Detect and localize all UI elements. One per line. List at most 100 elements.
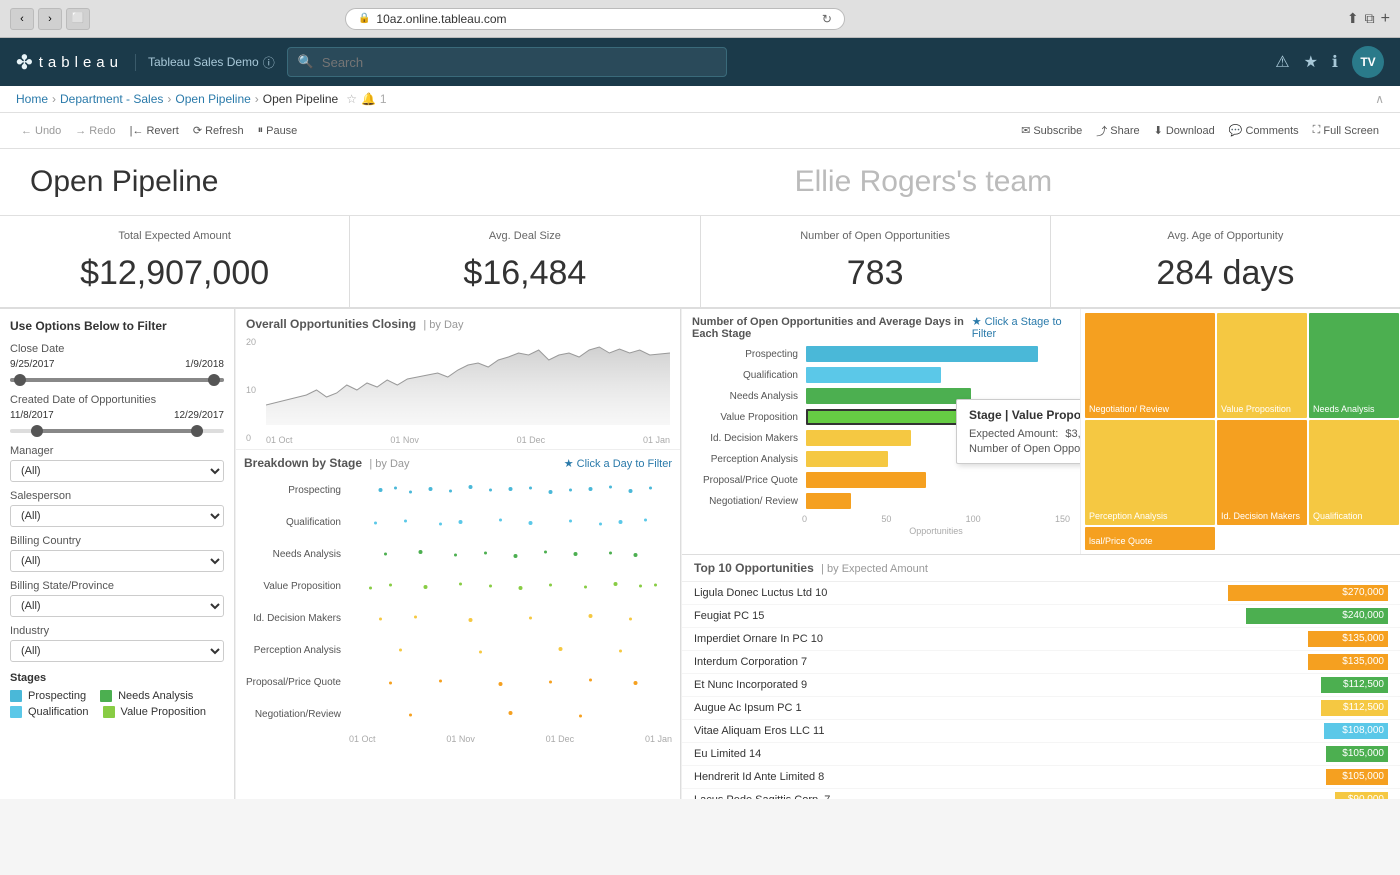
breakdown-label-needs: Needs Analysis xyxy=(244,549,349,560)
fullscreen-button[interactable]: ⛶ Full Screen xyxy=(1308,121,1384,140)
breadcrumb-dept[interactable]: Department - Sales xyxy=(60,92,163,106)
tabs-browser-btn[interactable]: ⧉ xyxy=(1365,10,1375,28)
browser-chrome: ‹ › ⬜ 🔒 10az.online.tableau.com ↻ ⬆ ⧉ + xyxy=(0,0,1400,38)
top10-subtitle: | by Expected Amount xyxy=(821,563,928,575)
top10-row-6[interactable]: Augue Ac Ipsum PC 1 $112,500 xyxy=(682,697,1400,720)
breakdown-sparkline-proposal xyxy=(349,672,672,692)
breakdown-label-idm: Id. Decision Makers xyxy=(244,613,349,624)
top10-bar-5: $112,500 xyxy=(1321,677,1388,693)
created-date-thumb-right[interactable] xyxy=(191,425,203,437)
top10-row-4[interactable]: Interdum Corporation 7 $135,000 xyxy=(682,651,1400,674)
top10-row-5[interactable]: Et Nunc Incorporated 9 $112,500 xyxy=(682,674,1400,697)
top10-row-8[interactable]: Eu Limited 14 $105,000 xyxy=(682,743,1400,766)
treemap-cell-qualification[interactable]: Qualification xyxy=(1309,420,1399,525)
breadcrumb-home[interactable]: Home xyxy=(16,92,48,106)
address-bar[interactable]: 🔒 10az.online.tableau.com ↻ xyxy=(345,8,845,30)
top10-row-1[interactable]: Ligula Donec Luctus Ltd 10 $270,000 xyxy=(682,582,1400,605)
horiz-row-prospecting[interactable]: Prospecting xyxy=(696,346,1070,362)
kpi-total-expected: Total Expected Amount $12,907,000 xyxy=(0,216,350,307)
treemap-cell-value[interactable]: Value Proposition xyxy=(1217,313,1307,418)
star-icon[interactable]: ★ xyxy=(1304,52,1318,72)
redo-button[interactable]: → Redo xyxy=(70,122,120,140)
undo-button[interactable]: ← Undo xyxy=(16,122,66,140)
pause-button[interactable]: ⏸ Pause xyxy=(253,121,303,140)
billing-state-select[interactable]: (All) xyxy=(10,595,224,617)
sparkline-svg-value xyxy=(349,576,672,596)
created-date-slider[interactable] xyxy=(10,429,224,433)
top10-row-3[interactable]: Imperdiet Ornare In PC 10 $135,000 xyxy=(682,628,1400,651)
subscribe-button[interactable]: ✉ Subscribe xyxy=(1016,121,1087,140)
top10-row-2[interactable]: Feugiat PC 15 $240,000 xyxy=(682,605,1400,628)
info-icon[interactable]: ℹ xyxy=(1332,52,1338,72)
tableau-header: ✤ tableau Tableau Sales Demo ⓘ 🔍 ⚠ ★ ℹ T… xyxy=(0,38,1400,86)
refresh-browser-icon[interactable]: ↻ xyxy=(822,12,832,26)
legend-label-needs: Needs Analysis xyxy=(118,690,193,702)
alert-icon[interactable]: ⚠ xyxy=(1275,52,1289,72)
close-date-slider[interactable] xyxy=(10,378,224,382)
revert-button[interactable]: |← Revert xyxy=(125,122,184,140)
top10-row-7[interactable]: Vitae Aliquam Eros LLC 11 $108,000 xyxy=(682,720,1400,743)
top10-row-10[interactable]: Lacus Pede Sagittis Corp. 7 $90,000 xyxy=(682,789,1400,800)
header-search-bar[interactable]: 🔍 xyxy=(287,47,727,77)
sparkline-svg-needs xyxy=(349,544,672,564)
top10-row-9[interactable]: Hendrerit Id Ante Limited 8 $105,000 xyxy=(682,766,1400,789)
treemap-cell-proposal[interactable]: lsal/Price Quote xyxy=(1085,527,1215,550)
created-date-start: 11/8/2017 xyxy=(10,410,54,421)
add-tab-btn[interactable]: + xyxy=(1381,10,1390,28)
top10-bar-6: $112,500 xyxy=(1321,700,1388,716)
industry-select[interactable]: (All) xyxy=(10,640,224,662)
share-browser-btn[interactable]: ⬆ xyxy=(1347,10,1359,28)
back-button[interactable]: ‹ xyxy=(10,8,34,30)
app-info-icon[interactable]: ⓘ xyxy=(263,54,275,71)
comments-button[interactable]: 💬 Comments xyxy=(1224,121,1304,140)
close-date-thumb-right[interactable] xyxy=(208,374,220,386)
breakdown-filter-link[interactable]: ★ Click a Day to Filter xyxy=(564,457,672,470)
user-avatar[interactable]: TV xyxy=(1352,46,1384,78)
treemap-cell-needs[interactable]: Needs Analysis xyxy=(1309,313,1399,418)
billing-country-select[interactable]: (All) xyxy=(10,550,224,572)
top10-name-1: Ligula Donec Luctus Ltd 10 xyxy=(694,587,1228,599)
close-date-thumb-left[interactable] xyxy=(14,374,26,386)
manager-select[interactable]: (All) xyxy=(10,460,224,482)
horiz-row-qualification[interactable]: Qualification xyxy=(696,367,1070,383)
horiz-bar-idm xyxy=(806,430,911,446)
breadcrumb-star-icon[interactable]: ☆ xyxy=(346,92,357,106)
breadcrumb-collapse-icon[interactable]: ∧ xyxy=(1375,92,1384,106)
horiz-row-proposal[interactable]: Proposal/Price Quote xyxy=(696,472,1070,488)
top10-name-10: Lacus Pede Sagittis Corp. 7 xyxy=(694,794,1335,800)
sparkline-svg-prospecting xyxy=(349,480,672,500)
breakdown-sparkline-value xyxy=(349,576,672,596)
kpi-avg-deal-value: $16,484 xyxy=(370,254,679,293)
breadcrumb-pipeline1[interactable]: Open Pipeline xyxy=(175,92,250,106)
stages-label: Stages xyxy=(10,672,224,684)
breakdown-sparkline-idm xyxy=(349,608,672,628)
refresh-button[interactable]: ⟳ Refresh xyxy=(188,121,249,140)
treemap-cell-idm[interactable]: Id. Decision Makers xyxy=(1217,420,1307,525)
treemap-cell-perception[interactable]: Perception Analysis xyxy=(1085,420,1215,525)
salesperson-select[interactable]: (All) xyxy=(10,505,224,527)
horiz-row-value[interactable]: Value Proposition Stage | Value Proposit… xyxy=(696,409,1070,425)
top10-header: Top 10 Opportunities | by Expected Amoun… xyxy=(682,555,1400,582)
horiz-row-negotiation[interactable]: Negotiation/ Review xyxy=(696,493,1070,509)
search-input[interactable] xyxy=(322,55,716,70)
tab-icon[interactable]: ⬜ xyxy=(66,8,90,30)
top10-amount-7: $108,000 xyxy=(1342,725,1384,736)
browser-right-actions: ⬆ ⧉ + xyxy=(1347,10,1390,28)
download-button[interactable]: ⬇ Download xyxy=(1149,121,1220,140)
top10-bar-3: $135,000 xyxy=(1308,631,1388,647)
forward-button[interactable]: › xyxy=(38,8,62,30)
horiz-filter-link[interactable]: ★ Click a Stage to Filter xyxy=(972,315,1070,340)
share-button[interactable]: ⤴ Share xyxy=(1091,120,1144,142)
refresh-icon: ⟳ xyxy=(193,124,202,137)
treemap-cell-negotiation[interactable]: Negotiation/ Review xyxy=(1085,313,1215,418)
top10-amount-4: $135,000 xyxy=(1342,656,1384,667)
overall-chart-header: Overall Opportunities Closing | by Day xyxy=(246,317,670,331)
created-date-thumb-left[interactable] xyxy=(31,425,43,437)
x-tick-100: 100 xyxy=(966,514,981,524)
x-tick-0: 0 xyxy=(802,514,807,524)
dashboard-header: Open Pipeline Ellie Rogers's team xyxy=(0,149,1400,216)
breadcrumb-alert-icon[interactable]: 🔔 xyxy=(361,92,376,106)
horiz-label-prospecting: Prospecting xyxy=(696,349,806,360)
kpi-avg-age-label: Avg. Age of Opportunity xyxy=(1071,230,1380,242)
revert-icon: |← xyxy=(130,125,144,137)
